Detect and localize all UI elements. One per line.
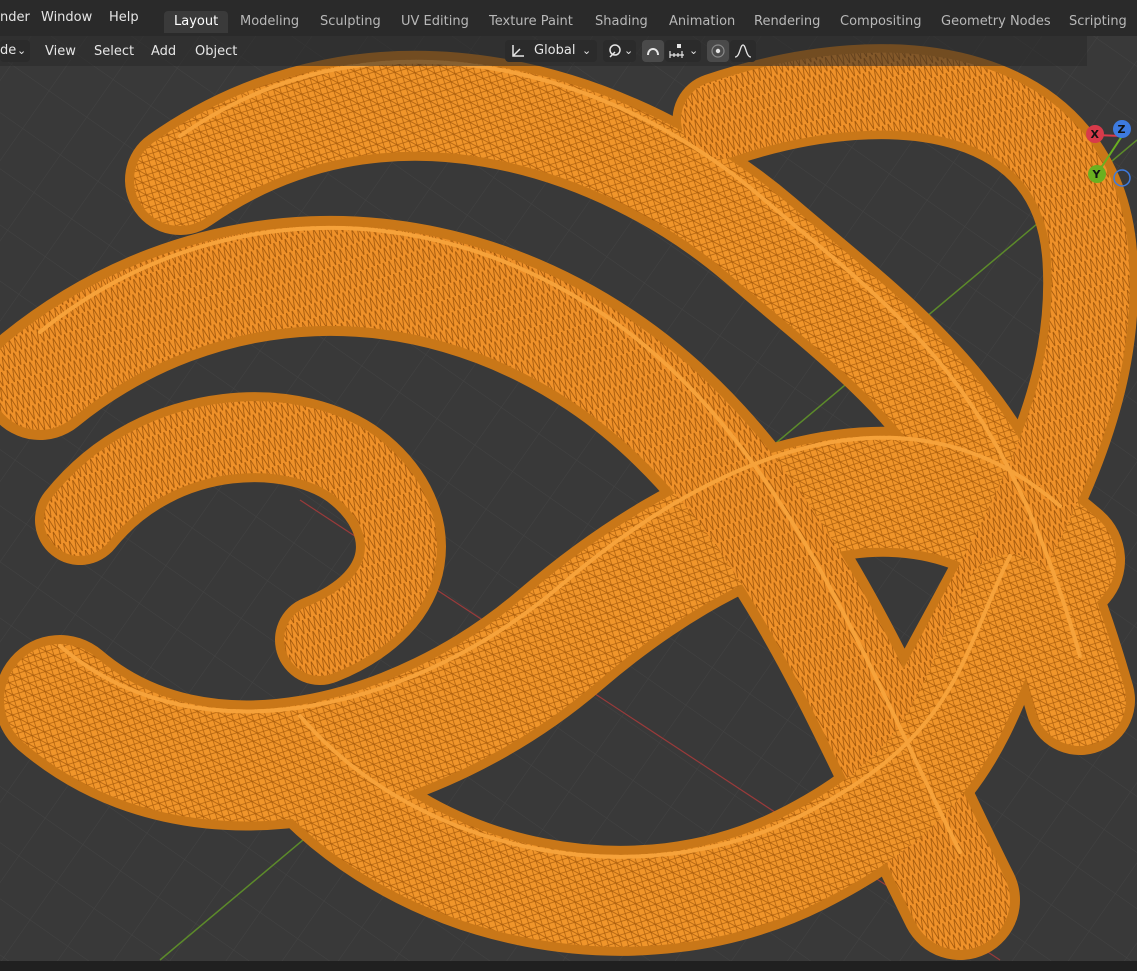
viewport-scene <box>0 36 1137 961</box>
gizmo-z-label: Z <box>1118 123 1126 136</box>
chevron-down-icon: ⌄ <box>17 44 27 57</box>
menu-object[interactable]: Object <box>195 42 237 62</box>
chevron-down-icon: ⌄ <box>582 44 592 57</box>
proportional-icon <box>711 44 725 58</box>
3d-viewport[interactable] <box>0 36 1137 961</box>
tab-rendering[interactable]: Rendering <box>744 11 830 33</box>
proportional-editing-toggle[interactable] <box>707 40 729 62</box>
transform-axes-icon <box>512 45 524 57</box>
tab-modeling[interactable]: Modeling <box>230 11 309 33</box>
chevron-down-icon: ⌄ <box>689 44 699 57</box>
menu-add[interactable]: Add <box>151 42 176 62</box>
falloff-dropdown[interactable] <box>730 40 756 62</box>
snap-toggle[interactable] <box>642 40 664 62</box>
chevron-down-icon: ⌄ <box>624 44 634 57</box>
falloff-curve-icon <box>734 44 752 58</box>
pivot-icon <box>609 44 621 58</box>
transform-orientation-dropdown[interactable]: Global ⌄ <box>505 40 597 62</box>
orientation-label: Global <box>534 43 576 58</box>
gizmo-x-label: X <box>1091 128 1100 141</box>
tab-shading[interactable]: Shading <box>585 11 658 33</box>
tab-uv-editing[interactable]: UV Editing <box>391 11 479 33</box>
top-bar: nder Window Help Layout Modeling Sculpti… <box>0 0 1137 36</box>
navigation-gizmo[interactable]: X Z Y <box>1080 112 1137 192</box>
menu-help[interactable]: Help <box>109 10 139 25</box>
status-bar <box>0 961 1137 971</box>
pivot-point-dropdown[interactable]: ⌄ <box>603 40 636 62</box>
menu-window[interactable]: Window <box>41 10 92 25</box>
snap-increment-icon <box>669 44 684 58</box>
menu-render[interactable]: nder <box>0 10 30 25</box>
mode-selector[interactable]: de ⌄ <box>0 40 30 62</box>
tab-geometry-nodes[interactable]: Geometry Nodes <box>931 11 1061 33</box>
tab-texture-paint[interactable]: Texture Paint <box>479 11 583 33</box>
snap-target-dropdown[interactable]: ⌄ <box>665 40 701 62</box>
tab-sculpting[interactable]: Sculpting <box>310 11 391 33</box>
menu-view[interactable]: View <box>45 42 76 62</box>
mode-label: de <box>0 43 17 58</box>
tab-layout[interactable]: Layout <box>164 11 229 33</box>
tab-compositing[interactable]: Compositing <box>830 11 932 33</box>
tab-scripting[interactable]: Scripting <box>1059 11 1137 33</box>
tab-animation[interactable]: Animation <box>659 11 745 33</box>
gizmo-y-label: Y <box>1092 168 1102 181</box>
menu-select[interactable]: Select <box>94 42 134 62</box>
magnet-icon <box>647 48 659 56</box>
gizmo-negative-axis[interactable] <box>1113 169 1131 187</box>
